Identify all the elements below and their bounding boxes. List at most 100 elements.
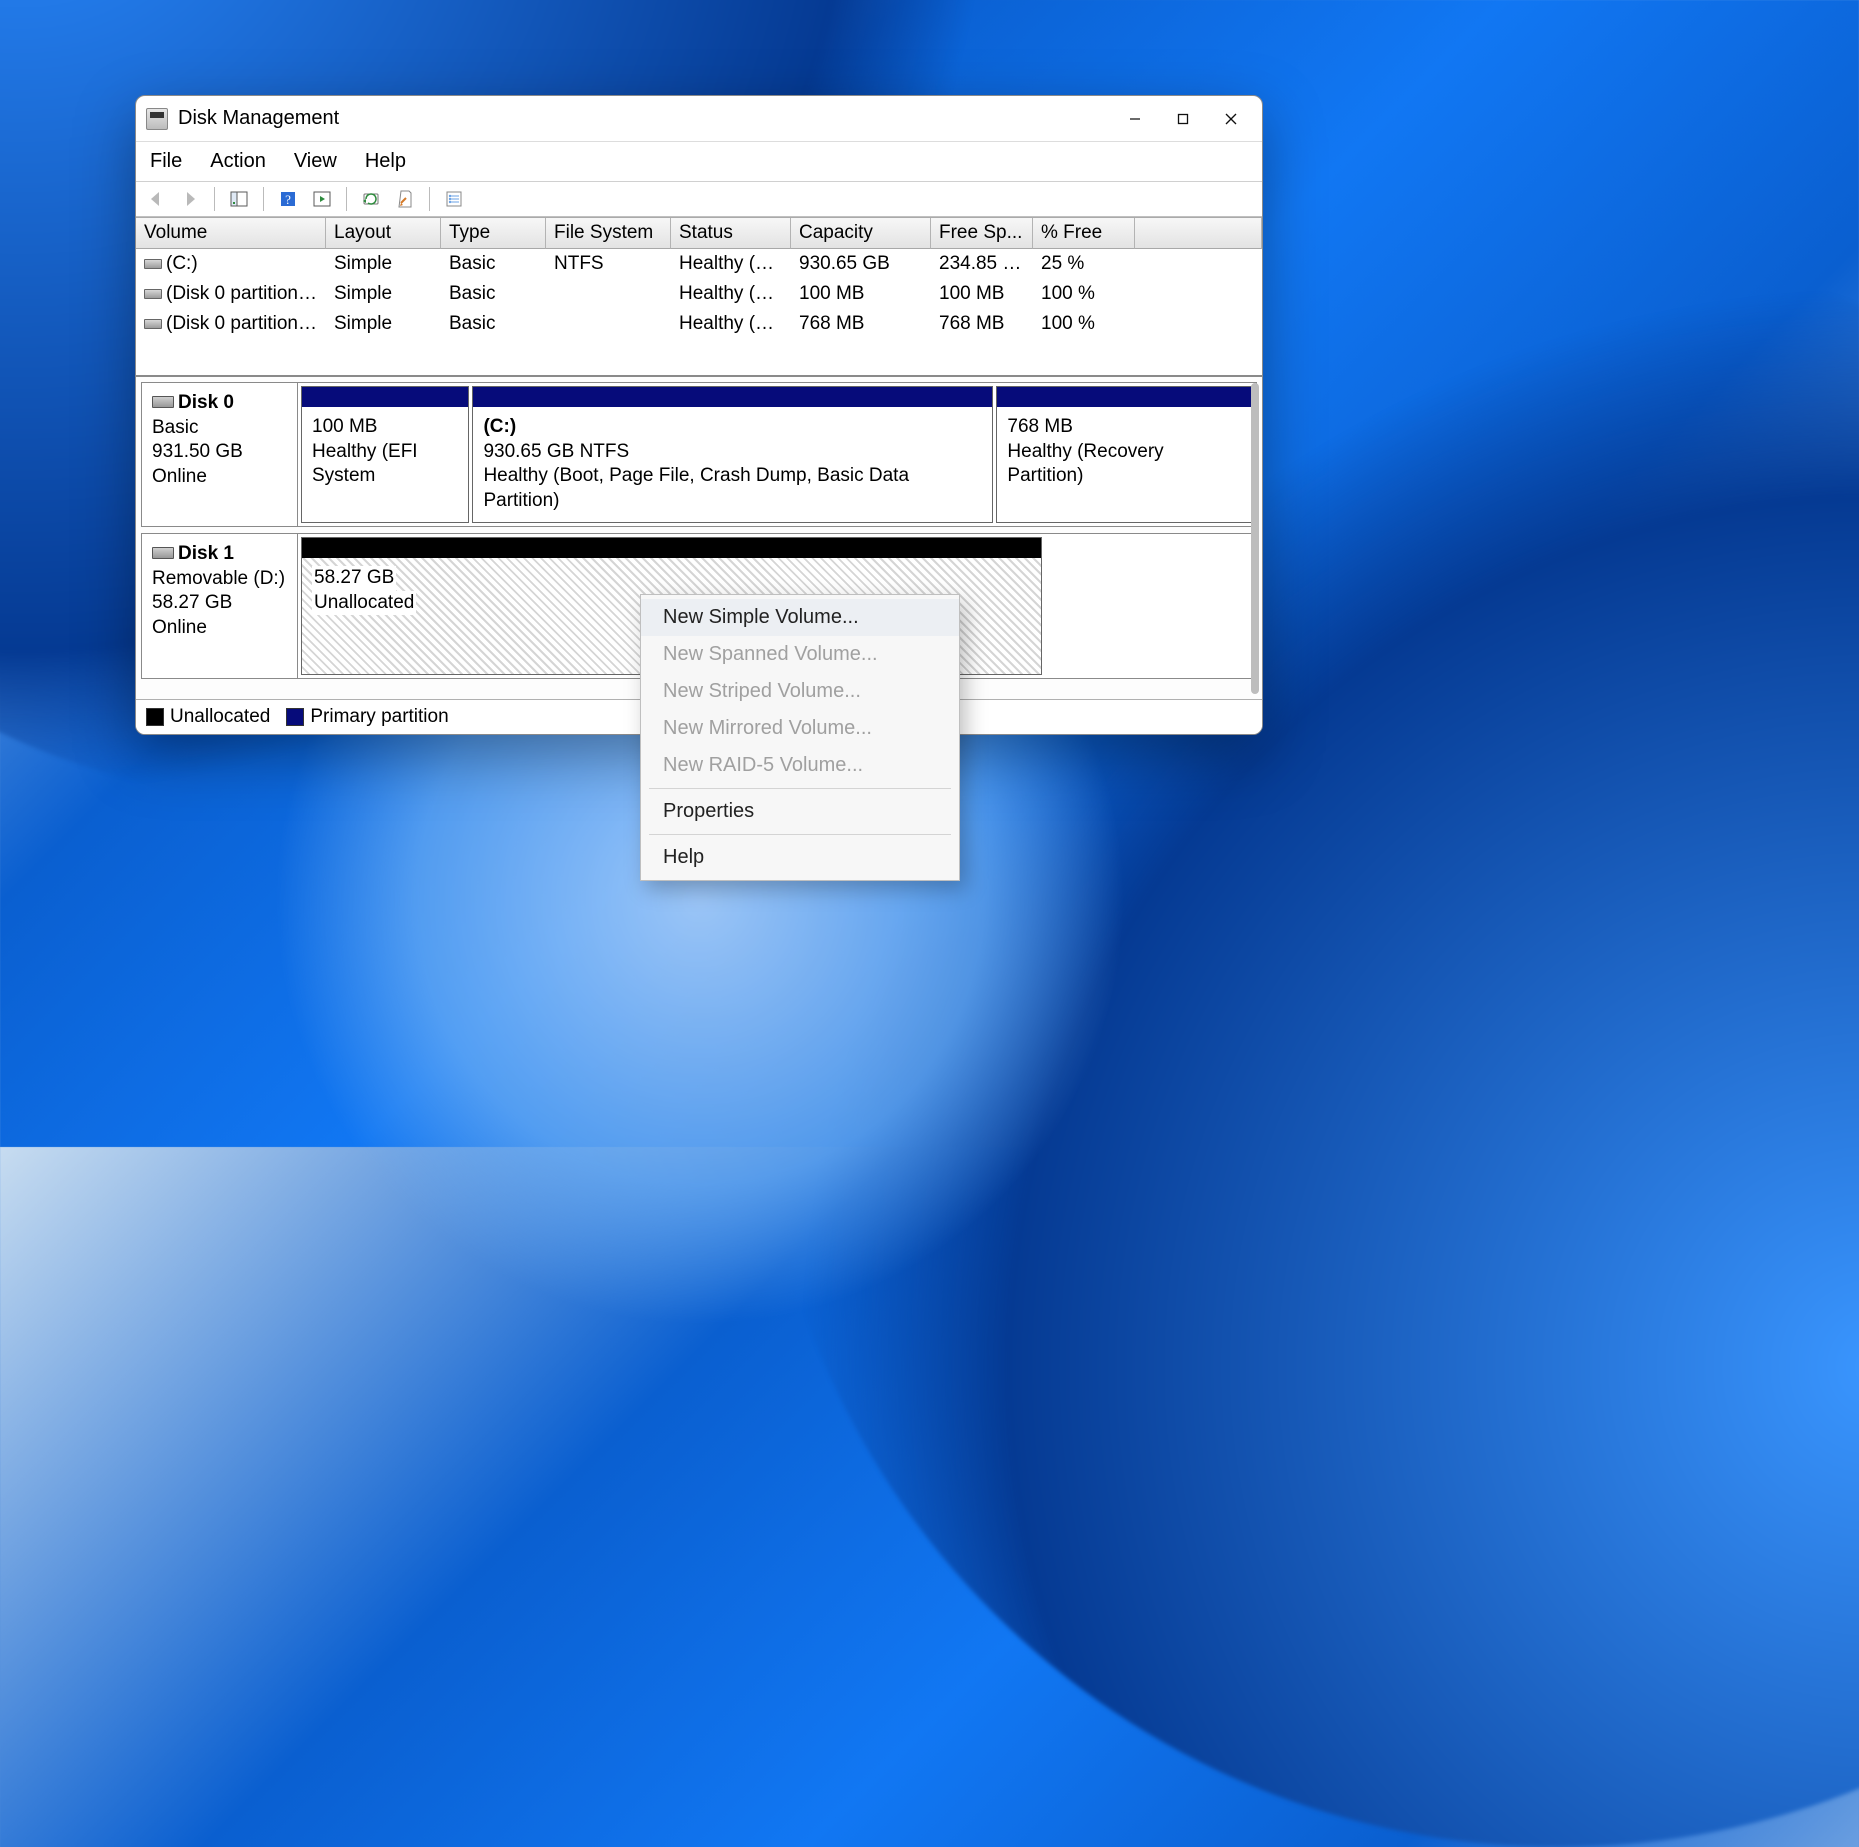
col-freespace[interactable]: Free Sp...	[931, 218, 1033, 249]
vol-name[interactable]: (Disk 0 partition 1)	[136, 279, 326, 309]
vol-free: 100 MB	[931, 279, 1033, 309]
ctx-new-spanned-volume: New Spanned Volume...	[641, 636, 959, 673]
ctx-new-simple-volume[interactable]: New Simple Volume...	[641, 599, 959, 636]
vol-status: Healthy (E...	[671, 279, 791, 309]
menu-help[interactable]: Help	[363, 148, 408, 175]
partition-size: 768 MB	[1007, 415, 1242, 440]
svg-text:?: ?	[285, 192, 291, 207]
partition-status: Healthy (EFI System	[312, 440, 458, 489]
partition-status: Unallocated	[312, 591, 416, 616]
partition-size: 58.27 GB	[312, 566, 396, 591]
partition-size: 100 MB	[312, 415, 458, 440]
app-icon	[146, 108, 168, 130]
vol-cap: 930.65 GB	[791, 249, 931, 279]
properties-icon[interactable]	[391, 186, 419, 212]
ctx-new-striped-volume: New Striped Volume...	[641, 673, 959, 710]
toolbar: ?	[136, 181, 1262, 217]
disk-type: Removable (D:)	[152, 567, 287, 592]
disk-icon	[144, 289, 162, 299]
disk-header[interactable]: Disk 1 Removable (D:) 58.27 GB Online	[142, 534, 298, 678]
vol-name[interactable]: (Disk 0 partition 4)	[136, 309, 326, 339]
settings-list-icon[interactable]	[440, 186, 468, 212]
legend-swatch-unallocated	[146, 708, 164, 726]
vol-pct: 100 %	[1033, 279, 1135, 309]
col-pctfree[interactable]: % Free	[1033, 218, 1135, 249]
disk-state: Online	[152, 465, 287, 490]
col-spacer	[1135, 218, 1262, 249]
vol-cap: 100 MB	[791, 279, 931, 309]
legend-label: Unallocated	[170, 706, 270, 727]
vol-free: 234.85 GB	[931, 249, 1033, 279]
disk-icon	[152, 396, 174, 408]
vol-pct: 25 %	[1033, 249, 1135, 279]
vol-fs	[546, 309, 671, 339]
disk-header[interactable]: Disk 0 Basic 931.50 GB Online	[142, 383, 298, 526]
disk-row[interactable]: Disk 0 Basic 931.50 GB Online 100 MB Hea…	[141, 382, 1257, 527]
vol-type: Basic	[441, 279, 546, 309]
menu-file[interactable]: File	[148, 148, 184, 175]
disk-size: 58.27 GB	[152, 591, 287, 616]
back-icon[interactable]	[142, 186, 170, 212]
partition-header-bar	[302, 538, 1041, 558]
col-volume[interactable]: Volume	[136, 218, 326, 249]
refresh-icon[interactable]	[357, 186, 385, 212]
vertical-scrollbar[interactable]	[1251, 383, 1259, 694]
action-list-icon[interactable]	[308, 186, 336, 212]
col-layout[interactable]: Layout	[326, 218, 441, 249]
vol-name[interactable]: (C:)	[136, 249, 326, 279]
context-menu: New Simple Volume... New Spanned Volume.…	[640, 594, 960, 881]
col-filesystem[interactable]: File System	[546, 218, 671, 249]
vol-type: Basic	[441, 309, 546, 339]
menubar: File Action View Help	[136, 142, 1262, 181]
partition-title: (C:)	[483, 415, 982, 440]
vol-fs: NTFS	[546, 249, 671, 279]
disk-icon	[144, 319, 162, 329]
maximize-button[interactable]	[1160, 103, 1206, 135]
ctx-help[interactable]: Help	[641, 839, 959, 876]
partition-status: Healthy (Boot, Page File, Crash Dump, Ba…	[483, 464, 982, 513]
ctx-new-mirrored-volume: New Mirrored Volume...	[641, 710, 959, 747]
show-hide-console-tree-icon[interactable]	[225, 186, 253, 212]
ctx-properties[interactable]: Properties	[641, 793, 959, 830]
vol-cap: 768 MB	[791, 309, 931, 339]
col-status[interactable]: Status	[671, 218, 791, 249]
partition[interactable]: 768 MB Healthy (Recovery Partition)	[996, 386, 1253, 523]
vol-pct: 100 %	[1033, 309, 1135, 339]
menu-separator	[649, 788, 951, 789]
partition[interactable]: (C:) 930.65 GB NTFS Healthy (Boot, Page …	[472, 386, 993, 523]
vol-type: Basic	[441, 249, 546, 279]
menu-separator	[649, 834, 951, 835]
window-title: Disk Management	[178, 107, 339, 130]
partition-header-bar	[473, 387, 992, 407]
menu-action[interactable]: Action	[208, 148, 268, 175]
forward-icon[interactable]	[176, 186, 204, 212]
ctx-new-raid5-volume: New RAID-5 Volume...	[641, 747, 959, 784]
disk-icon	[152, 547, 174, 559]
vol-layout: Simple	[326, 249, 441, 279]
volume-list[interactable]: Volume Layout Type File System Status Ca…	[136, 217, 1262, 375]
col-capacity[interactable]: Capacity	[791, 218, 931, 249]
disk-state: Online	[152, 616, 287, 641]
disk-size: 931.50 GB	[152, 440, 287, 465]
partition[interactable]: 100 MB Healthy (EFI System	[301, 386, 469, 523]
partition-size: 930.65 GB NTFS	[483, 440, 982, 465]
legend-label: Primary partition	[310, 706, 448, 727]
legend-swatch-primary	[286, 708, 304, 726]
vol-status: Healthy (R...	[671, 309, 791, 339]
col-type[interactable]: Type	[441, 218, 546, 249]
menu-view[interactable]: View	[292, 148, 339, 175]
vol-layout: Simple	[326, 309, 441, 339]
disk-icon	[144, 259, 162, 269]
partition-header-bar	[302, 387, 468, 407]
minimize-button[interactable]	[1112, 103, 1158, 135]
disk-type: Basic	[152, 416, 287, 441]
vol-layout: Simple	[326, 279, 441, 309]
partition-header-bar	[997, 387, 1252, 407]
close-button[interactable]	[1208, 103, 1254, 135]
titlebar[interactable]: Disk Management	[136, 96, 1262, 142]
vol-status: Healthy (B...	[671, 249, 791, 279]
help-icon[interactable]: ?	[274, 186, 302, 212]
partition-status: Healthy (Recovery Partition)	[1007, 440, 1242, 489]
vol-fs	[546, 279, 671, 309]
vol-free: 768 MB	[931, 309, 1033, 339]
